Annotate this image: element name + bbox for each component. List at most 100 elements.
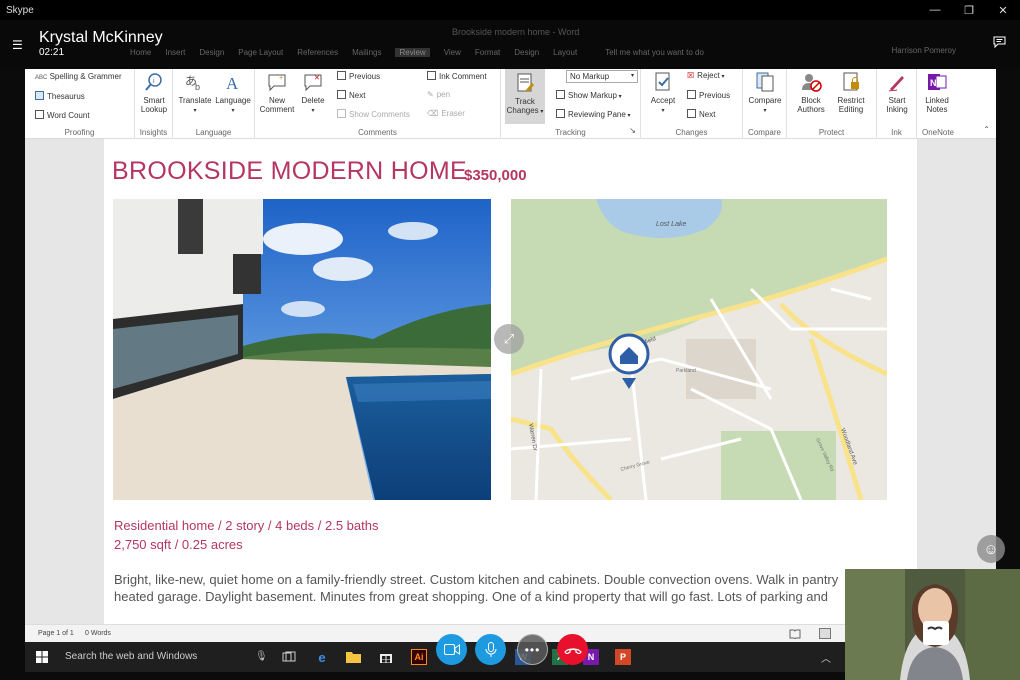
close-button[interactable]: ✕ [986, 0, 1020, 20]
smart-lookup-button[interactable]: i Smart Lookup [135, 71, 173, 114]
word-count-button[interactable]: Word Count [35, 110, 90, 120]
hamburger-menu-icon[interactable]: ☰ [12, 38, 23, 52]
illustrator-icon[interactable]: Ai [411, 649, 427, 665]
video-camera-icon [443, 644, 460, 655]
mute-button[interactable] [475, 634, 506, 665]
next-comment-icon [337, 90, 346, 99]
new-comment-icon: + [268, 74, 286, 92]
markup-select[interactable]: No Markup ▾ [566, 70, 638, 83]
microphone-icon [485, 642, 496, 657]
expand-share-icon[interactable]: ⤢ [494, 324, 524, 354]
show-markup-button[interactable]: Show Markup ▾ [556, 90, 622, 100]
track-changes-button[interactable]: Track Changes ▾ [505, 69, 545, 124]
more-options-button[interactable]: ••• [517, 634, 548, 665]
tab-design[interactable]: Design [199, 48, 224, 57]
collapse-ribbon-icon[interactable]: ⌃ [983, 125, 990, 134]
tab-insert[interactable]: Insert [165, 48, 185, 57]
delete-comment-button[interactable]: ✕ Delete ▾ [293, 71, 333, 114]
show-comments-button[interactable]: Show Comments [337, 109, 410, 119]
start-inking-button[interactable]: Start Inking [877, 71, 917, 114]
video-toggle-button[interactable] [436, 634, 467, 665]
block-authors-button[interactable]: Block Authors [791, 71, 831, 114]
group-label-comments: Comments [358, 128, 397, 137]
language-button[interactable]: A Language ▾ [213, 71, 253, 114]
tab-view[interactable]: View [444, 48, 461, 57]
pen-button[interactable]: ✎ pen [427, 90, 450, 99]
print-layout-icon[interactable] [819, 628, 831, 639]
map-label-lake: Lost Lake [656, 221, 686, 228]
store-icon[interactable] [378, 649, 394, 665]
group-label-compare: Compare [748, 128, 781, 137]
group-insights: i Smart Lookup Insights [135, 69, 173, 139]
translate-button[interactable]: あb Translate ▾ [175, 71, 215, 114]
taskbar-search-input[interactable]: Search the web and Windows [65, 648, 197, 666]
eraser-button[interactable]: ⌫ Eraser [427, 109, 465, 118]
minimize-button[interactable]: — [918, 0, 952, 20]
location-map[interactable]: Lost Lake Ridgefield Warren Dr Woodland … [511, 199, 887, 500]
ink-comment-button[interactable]: Ink Comment [427, 71, 487, 81]
tab-references[interactable]: References [297, 48, 338, 57]
tab-home[interactable]: Home [130, 48, 151, 57]
listing-details-primary: Residential home / 2 story / 4 beds / 2.… [114, 518, 379, 533]
system-tray-expand-icon[interactable]: ︿ [821, 650, 831, 665]
group-label-protect: Protect [818, 128, 845, 137]
reviewing-pane-button[interactable]: Reviewing Pane ▾ [556, 109, 631, 119]
self-video-preview[interactable] [845, 569, 1020, 680]
end-call-button[interactable] [557, 634, 588, 665]
description-line-2: heated garage. Daylight basement. Minute… [114, 589, 828, 604]
call-header: ☰ Krystal McKinney 02:21 Brookside moder… [0, 20, 1020, 69]
show-comments-icon [337, 109, 346, 118]
windows-start-icon[interactable] [36, 651, 48, 663]
previous-comment-button[interactable]: Previous [337, 71, 380, 81]
restrict-editing-icon [843, 72, 859, 91]
svg-text:+: + [279, 75, 283, 82]
reject-button[interactable]: ☒ Reject ▾ [687, 71, 725, 80]
task-view-icon[interactable] [281, 649, 297, 665]
accept-icon [655, 72, 670, 91]
show-markup-icon [556, 90, 565, 99]
maximize-button[interactable]: ❐ [952, 0, 986, 20]
tab-format[interactable]: Format [475, 48, 500, 57]
word-ribbon-tabs: Home Insert Design Page Layout Reference… [130, 48, 704, 57]
tab-layout[interactable]: Layout [553, 48, 577, 57]
previous-change-button[interactable]: Previous [687, 90, 730, 100]
spelling-grammar-button[interactable]: ABC Spelling & Grammer [35, 72, 122, 81]
edge-browser-icon[interactable]: e [314, 649, 330, 665]
thesaurus-button[interactable]: Thesaurus [35, 91, 85, 101]
cortana-mic-icon[interactable]: 🎙︎ [255, 651, 268, 662]
document-page[interactable]: BROOKSIDE MODERN HOME $350,000 Lost Lake… [104, 139, 917, 624]
linked-notes-button[interactable]: N Linked Notes [917, 71, 957, 114]
tab-page-layout[interactable]: Page Layout [238, 48, 283, 57]
restrict-editing-button[interactable]: Restrict Editing [831, 71, 871, 114]
reviewing-pane-icon [556, 109, 565, 118]
tab-review[interactable]: Review [395, 48, 430, 57]
emoticon-icon[interactable]: ☺ [977, 535, 1005, 563]
word-doc-title: Brookside modern home - Word [452, 27, 580, 37]
next-comment-button[interactable]: Next [337, 90, 365, 100]
svg-text:A: A [226, 74, 239, 93]
file-explorer-icon[interactable] [345, 649, 361, 665]
compare-button[interactable]: Compare ▾ [745, 71, 785, 114]
tell-me-box[interactable]: Tell me what you want to do [605, 48, 704, 57]
tab-mailings[interactable]: Mailings [352, 48, 381, 57]
magnifier-icon: i [145, 73, 162, 91]
page-count: Page 1 of 1 [38, 630, 74, 637]
reject-icon: ☒ [687, 71, 695, 80]
read-mode-icon[interactable] [789, 628, 801, 640]
listing-details-size: 2,750 sqft / 0.25 acres [114, 537, 243, 552]
track-changes-icon [517, 73, 534, 92]
pen-icon: ✎ [427, 90, 434, 99]
window-controls: — ❐ ✕ [918, 0, 1020, 20]
listing-price: $350,000 [464, 167, 527, 184]
group-label-language: Language [195, 128, 232, 137]
svg-text:✕: ✕ [314, 75, 320, 82]
house-photo[interactable] [113, 199, 491, 500]
tracking-dialog-launcher-icon[interactable]: ↘ [629, 126, 636, 135]
group-protect: Block Authors Restrict Editing Protect [787, 69, 877, 139]
powerpoint-taskbar-icon[interactable]: P [615, 649, 631, 665]
accept-button[interactable]: Accept ▾ [643, 71, 683, 114]
chat-icon[interactable] [993, 36, 1006, 51]
tab-design-2[interactable]: Design [514, 48, 539, 57]
new-comment-button[interactable]: + New Comment [257, 71, 297, 114]
next-change-button[interactable]: Next [687, 109, 715, 119]
